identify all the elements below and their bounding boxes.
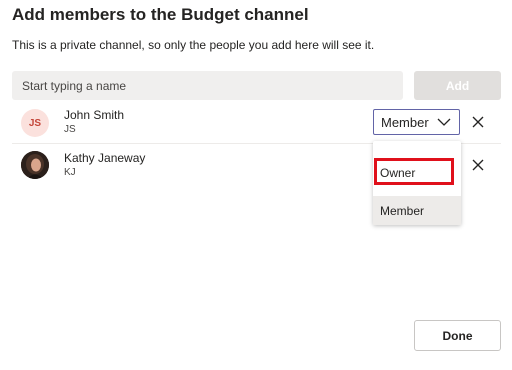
member-name: John Smith bbox=[64, 108, 125, 122]
done-button[interactable]: Done bbox=[414, 320, 501, 351]
avatar-initials: JS bbox=[28, 117, 42, 129]
member-name: Kathy Janeway bbox=[64, 151, 146, 165]
chevron-down-icon bbox=[437, 118, 451, 126]
close-icon[interactable] bbox=[471, 115, 485, 129]
avatar-kathy-janeway bbox=[21, 151, 49, 179]
add-members-dialog: Add members to the Budget channel This i… bbox=[0, 0, 512, 370]
add-button[interactable]: Add bbox=[414, 71, 501, 100]
role-select-value: Member bbox=[381, 114, 429, 130]
owner-option-highlight bbox=[374, 158, 454, 185]
dialog-subtitle: This is a private channel, so only the p… bbox=[12, 38, 375, 52]
close-icon[interactable] bbox=[471, 158, 485, 172]
role-option-member[interactable]: Member bbox=[373, 196, 461, 225]
member-initials: JS bbox=[64, 124, 76, 135]
avatar-john-smith: JS bbox=[21, 109, 49, 137]
role-select[interactable]: Member bbox=[373, 109, 460, 135]
profile-photo-icon bbox=[21, 151, 49, 179]
member-initials: KJ bbox=[64, 167, 76, 178]
dialog-title: Add members to the Budget channel bbox=[12, 5, 309, 24]
search-input[interactable] bbox=[12, 71, 403, 100]
